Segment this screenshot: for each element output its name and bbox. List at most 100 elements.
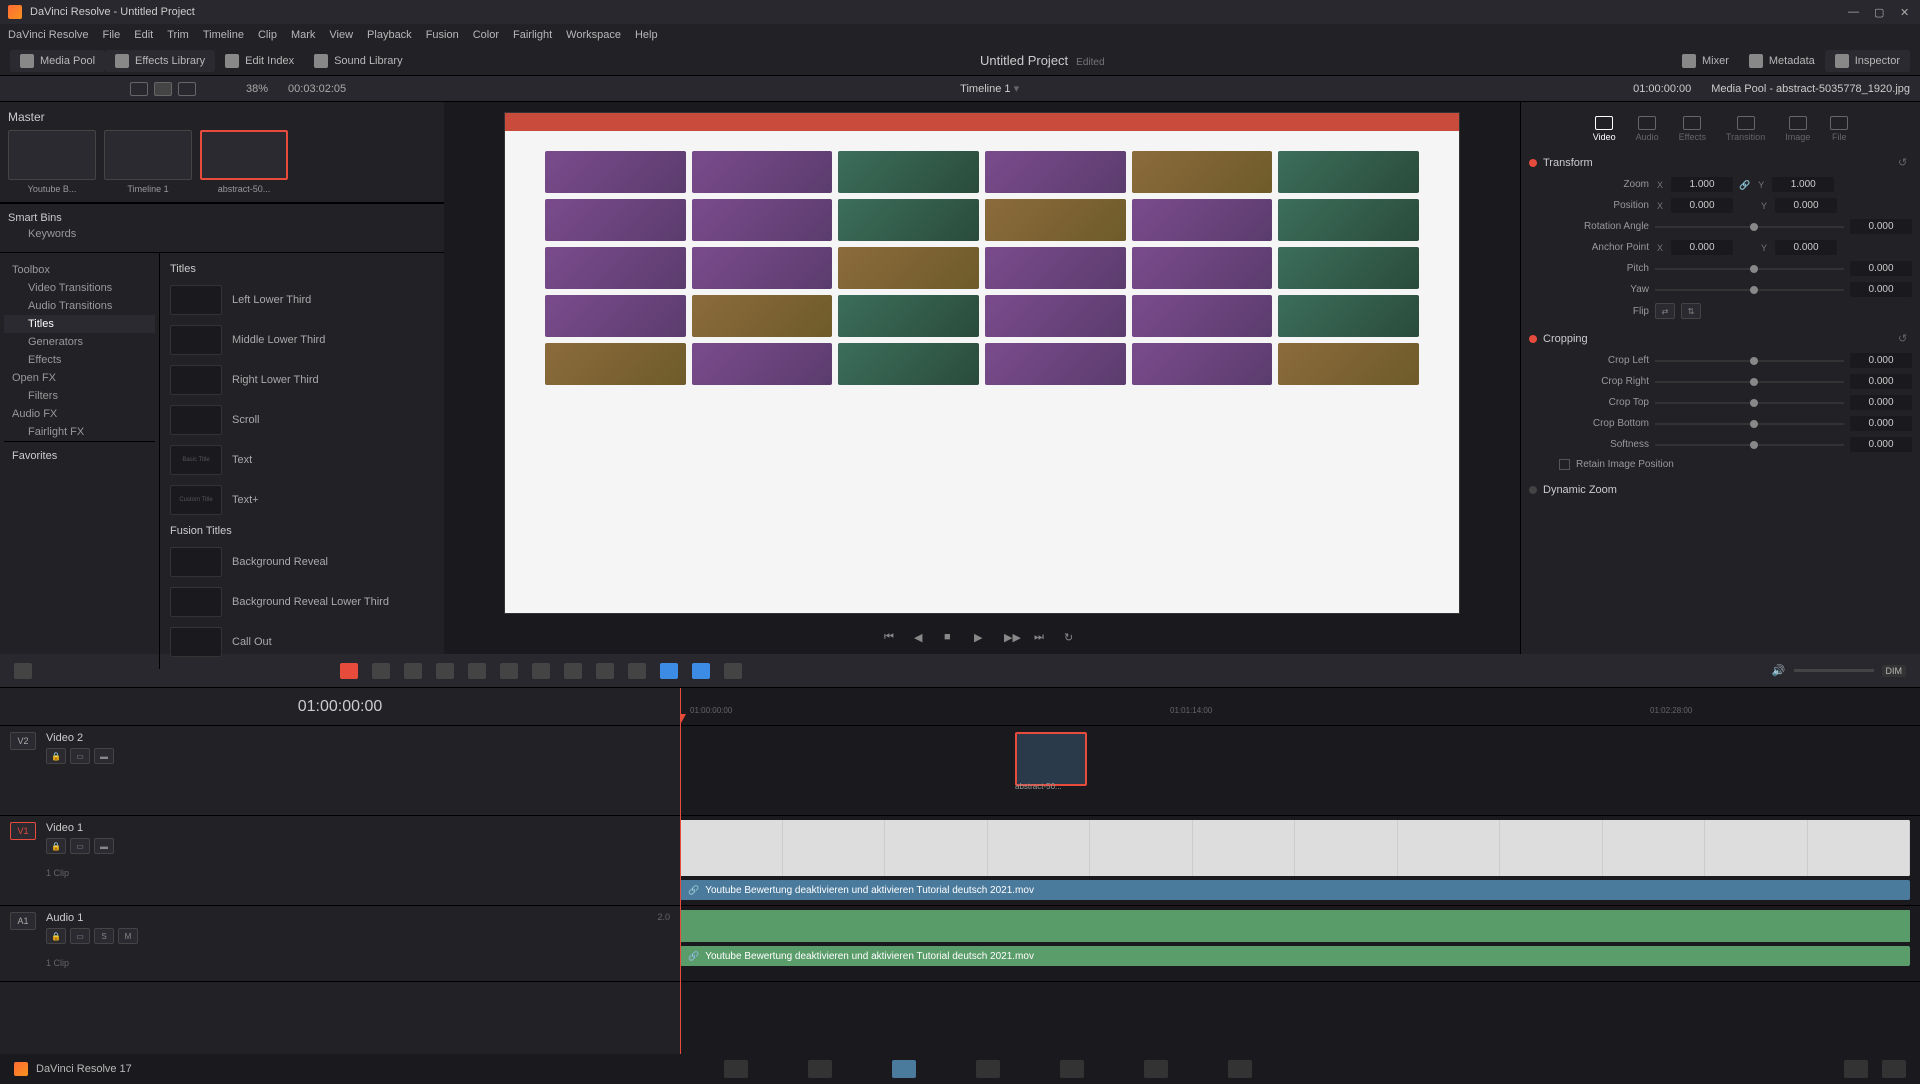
timeline-name[interactable]: Timeline 1 ▾ <box>346 82 1633 95</box>
flip-v-button[interactable]: ⇅ <box>1681 303 1701 319</box>
fx-tree-item[interactable]: Audio Transitions <box>4 297 155 315</box>
playhead[interactable] <box>680 688 681 1054</box>
inspector-tab-audio[interactable]: Audio <box>1636 116 1659 142</box>
inspector-toggle[interactable]: Inspector <box>1825 50 1910 72</box>
sound-library-toggle[interactable]: Sound Library <box>304 50 413 72</box>
fusion-title-preset[interactable]: Background Reveal <box>166 543 438 581</box>
menu-item[interactable]: Color <box>473 29 499 41</box>
media-clip[interactable]: Timeline 1 <box>104 130 192 194</box>
volume-slider[interactable] <box>1794 669 1874 672</box>
title-preset[interactable]: Left Lower Third <box>166 281 438 319</box>
inspector-tab-effects[interactable]: Effects <box>1679 116 1706 142</box>
dim-button[interactable]: DIM <box>1882 665 1907 677</box>
fx-tree-item[interactable]: Filters <box>4 387 155 405</box>
zoom-y-input[interactable] <box>1772 177 1834 192</box>
track-header-a1[interactable]: A1 Audio 12.0 🔒▭SM 1 Clip <box>0 906 680 982</box>
timeline-clip-v2[interactable] <box>1015 732 1087 786</box>
flip-h-button[interactable]: ⇄ <box>1655 303 1675 319</box>
zoom-tool[interactable] <box>724 663 742 679</box>
minimize-button[interactable]: — <box>1848 6 1860 18</box>
cut-page-button[interactable] <box>808 1060 832 1078</box>
lock-icon[interactable]: 🔒 <box>46 748 66 764</box>
marker-tool[interactable] <box>628 663 646 679</box>
edit-index-toggle[interactable]: Edit Index <box>215 50 304 72</box>
menu-item[interactable]: Playback <box>367 29 412 41</box>
overwrite-tool[interactable] <box>468 663 486 679</box>
inspector-tab-file[interactable]: File <box>1830 116 1848 142</box>
menu-item[interactable]: Mark <box>291 29 315 41</box>
title-preset[interactable]: Middle Lower Third <box>166 321 438 359</box>
disable-icon[interactable]: ▬ <box>94 838 114 854</box>
timeline-ruler[interactable]: 01:00:00:00 01:01:14:00 01:02:28:00 <box>680 688 1920 726</box>
menu-item[interactable]: Edit <box>134 29 153 41</box>
timeline-view-icon[interactable] <box>14 663 32 679</box>
pos-x-input[interactable] <box>1671 198 1733 213</box>
fx-tree-item[interactable]: Video Transitions <box>4 279 155 297</box>
thumb-view-icon[interactable] <box>154 82 172 96</box>
metadata-toggle[interactable]: Metadata <box>1739 50 1825 72</box>
menu-item[interactable]: Clip <box>258 29 277 41</box>
media-page-button[interactable] <box>724 1060 748 1078</box>
effects-library-toggle[interactable]: Effects Library <box>105 50 215 72</box>
timeline-tracks[interactable]: 01:00:00:00 01:01:14:00 01:02:28:00 abst… <box>680 688 1920 1054</box>
link-icon[interactable] <box>1739 179 1750 191</box>
loop-button[interactable]: ↻ <box>1064 631 1080 647</box>
snap-tool[interactable] <box>596 663 614 679</box>
list-view-icon[interactable] <box>130 82 148 96</box>
crop-right-slider[interactable] <box>1655 381 1844 383</box>
title-preset[interactable]: Custom TitleText+ <box>166 481 438 519</box>
softness-input[interactable] <box>1850 437 1912 452</box>
flag-tool[interactable] <box>660 663 678 679</box>
anchor-x-input[interactable] <box>1671 240 1733 255</box>
settings-button[interactable] <box>1882 1060 1906 1078</box>
color-page-button[interactable] <box>1060 1060 1084 1078</box>
viewer-canvas[interactable] <box>504 112 1460 614</box>
master-bin-label[interactable]: Master <box>8 110 436 124</box>
mixer-toggle[interactable]: Mixer <box>1672 50 1739 72</box>
fusion-title-preset[interactable]: Background Reveal Lower Third <box>166 583 438 621</box>
fx-tree-item[interactable]: Toolbox <box>4 261 155 279</box>
crop-top-input[interactable] <box>1850 395 1912 410</box>
reset-icon[interactable]: ↺ <box>1898 156 1912 170</box>
menu-item[interactable]: Fairlight <box>513 29 552 41</box>
yaw-slider[interactable] <box>1655 289 1844 291</box>
menu-item[interactable]: Help <box>635 29 658 41</box>
crop-right-input[interactable] <box>1850 374 1912 389</box>
rotation-input[interactable] <box>1850 219 1912 234</box>
menu-item[interactable]: Workspace <box>566 29 621 41</box>
track-lane-v2[interactable]: abstract-50... <box>680 726 1920 816</box>
fx-tree-item[interactable]: Open FX <box>4 369 155 387</box>
lock-icon[interactable]: 🔒 <box>46 838 66 854</box>
timeline-clip-a1[interactable] <box>680 910 1910 942</box>
media-clip[interactable]: abstract-50... <box>200 130 288 194</box>
crop-bottom-slider[interactable] <box>1655 423 1844 425</box>
arm-icon[interactable]: ▭ <box>70 928 90 944</box>
yaw-input[interactable] <box>1850 282 1912 297</box>
blade-tool[interactable] <box>404 663 422 679</box>
anchor-y-input[interactable] <box>1775 240 1837 255</box>
softness-slider[interactable] <box>1655 444 1844 446</box>
viewer-zoom[interactable]: 38% <box>246 83 268 95</box>
first-frame-button[interactable]: ⏮ <box>884 631 900 647</box>
fx-tree-item[interactable]: Generators <box>4 333 155 351</box>
media-pool-toggle[interactable]: Media Pool <box>10 50 105 72</box>
menu-item[interactable]: Trim <box>167 29 189 41</box>
zoom-x-input[interactable] <box>1671 177 1733 192</box>
crop-left-slider[interactable] <box>1655 360 1844 362</box>
menu-item[interactable]: DaVinci Resolve <box>8 29 89 41</box>
track-lane-v1[interactable]: Youtube Bewertung deaktivieren und aktiv… <box>680 816 1920 906</box>
retain-position-checkbox[interactable] <box>1559 459 1570 470</box>
fairlight-page-button[interactable] <box>1144 1060 1168 1078</box>
title-preset[interactable]: Scroll <box>166 401 438 439</box>
insert-tool[interactable] <box>436 663 454 679</box>
fusion-page-button[interactable] <box>976 1060 1000 1078</box>
edit-page-button[interactable] <box>892 1060 916 1078</box>
pitch-input[interactable] <box>1850 261 1912 276</box>
link-tool[interactable] <box>564 663 582 679</box>
dynamic-zoom-header[interactable]: Dynamic Zoom <box>1529 480 1912 500</box>
favorites-label[interactable]: Favorites <box>4 441 155 470</box>
replace-tool[interactable] <box>500 663 518 679</box>
stop-button[interactable]: ■ <box>944 631 960 647</box>
deliver-page-button[interactable] <box>1228 1060 1252 1078</box>
transform-header[interactable]: Transform↺ <box>1529 152 1912 174</box>
